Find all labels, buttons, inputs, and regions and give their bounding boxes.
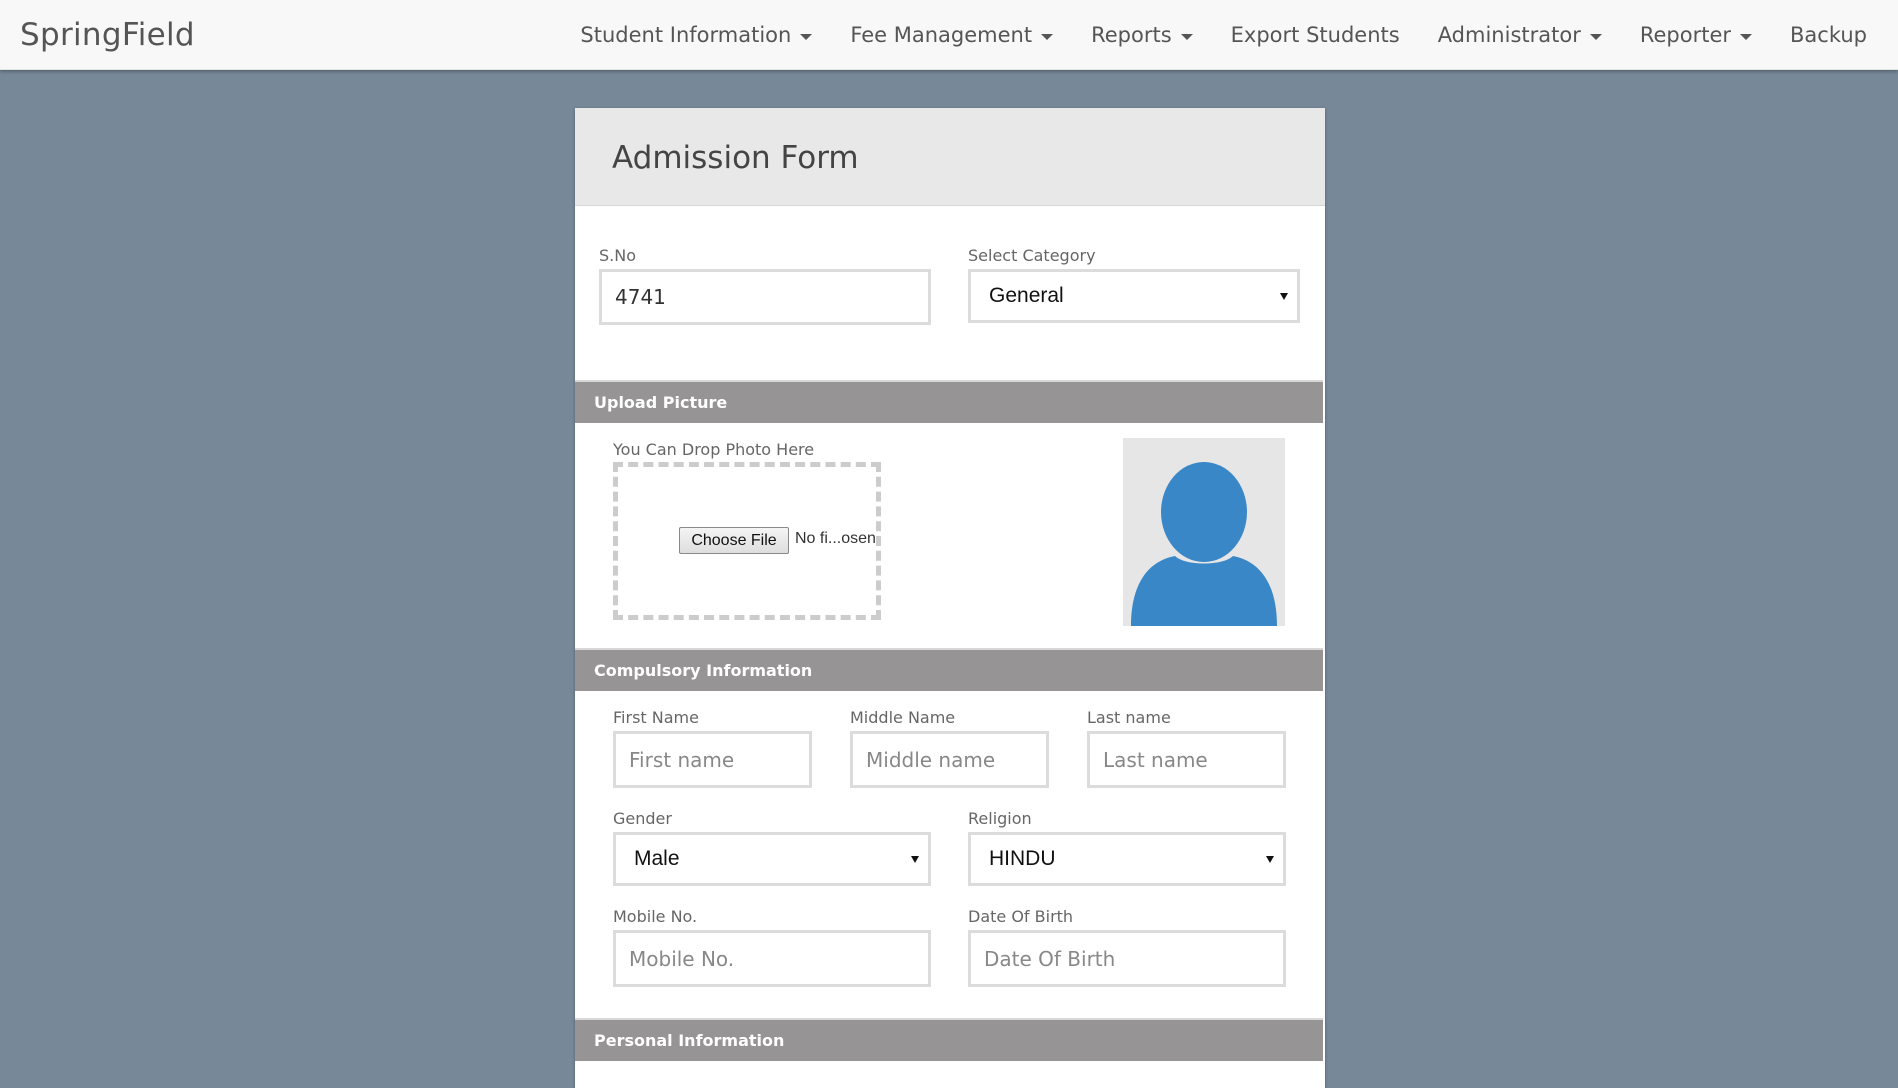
photo-dropzone[interactable]: Choose File No fi...osen (613, 462, 881, 620)
first-name-label: First Name (613, 708, 699, 727)
sno-input[interactable] (599, 269, 931, 325)
category-selected-value: General (989, 284, 1064, 307)
gender-select[interactable]: Male (613, 832, 931, 886)
select-arrow-icon (1266, 856, 1274, 863)
mobile-label: Mobile No. (613, 907, 698, 926)
first-name-input[interactable] (613, 731, 812, 788)
section-compulsory-information: Compulsory Information (575, 648, 1323, 691)
caret-down-icon (1180, 33, 1193, 40)
category-select[interactable]: General (968, 269, 1300, 323)
religion-selected-value: HINDU (989, 847, 1056, 870)
nav-student-information[interactable]: Student Information (561, 0, 831, 70)
user-silhouette-icon (1131, 462, 1277, 626)
nav-export-students[interactable]: Export Students (1212, 0, 1419, 70)
dob-label: Date Of Birth (968, 907, 1074, 926)
drop-photo-label: You Can Drop Photo Here (613, 440, 815, 459)
nav-reporter-label: Reporter (1639, 23, 1732, 47)
sno-label: S.No (599, 246, 636, 265)
nav-backup-label: Backup (1790, 23, 1867, 47)
section-upload-picture: Upload Picture (575, 380, 1323, 423)
nav-administrator[interactable]: Administrator (1419, 0, 1621, 70)
nav-reporter[interactable]: Reporter (1621, 0, 1771, 70)
last-name-input[interactable] (1087, 731, 1286, 788)
mobile-input[interactable] (613, 930, 931, 987)
nav-reports-label: Reports (1091, 23, 1172, 47)
top-navbar: SpringField Student Information Fee Mana… (0, 0, 1898, 70)
page-title: Admission Form (612, 140, 859, 176)
section-personal-information: Personal Information (575, 1018, 1323, 1061)
avatar-preview (1123, 438, 1285, 626)
nav-fee-management[interactable]: Fee Management (831, 0, 1072, 70)
nav-reports[interactable]: Reports (1072, 0, 1212, 70)
choose-file-button[interactable]: Choose File (679, 527, 789, 554)
nav-export-students-label: Export Students (1230, 23, 1400, 47)
file-status-text: No fi...osen (795, 530, 876, 547)
category-label: Select Category (968, 246, 1096, 265)
admission-form-panel: Admission Form S.No Select Category Gene… (575, 108, 1325, 1088)
select-arrow-icon (911, 856, 919, 863)
caret-down-icon (1041, 33, 1054, 40)
gender-label: Gender (613, 809, 672, 828)
last-name-label: Last name (1087, 708, 1171, 727)
nav-administrator-label: Administrator (1437, 23, 1581, 47)
caret-down-icon (1589, 33, 1602, 40)
panel-header: Admission Form (575, 108, 1325, 206)
dob-input[interactable] (968, 930, 1286, 987)
caret-down-icon (1740, 33, 1753, 40)
nav-backup[interactable]: Backup (1771, 0, 1898, 70)
religion-label: Religion (968, 809, 1032, 828)
nav-fee-management-label: Fee Management (850, 23, 1033, 47)
nav-student-information-label: Student Information (580, 23, 792, 47)
brand-logo[interactable]: SpringField (20, 17, 195, 53)
caret-down-icon (800, 33, 813, 40)
select-arrow-icon (1280, 293, 1288, 300)
religion-select[interactable]: HINDU (968, 832, 1286, 886)
gender-selected-value: Male (634, 847, 680, 870)
nav-menu: Student Information Fee Management Repor… (561, 0, 1898, 70)
middle-name-label: Middle Name (850, 708, 956, 727)
middle-name-input[interactable] (850, 731, 1049, 788)
